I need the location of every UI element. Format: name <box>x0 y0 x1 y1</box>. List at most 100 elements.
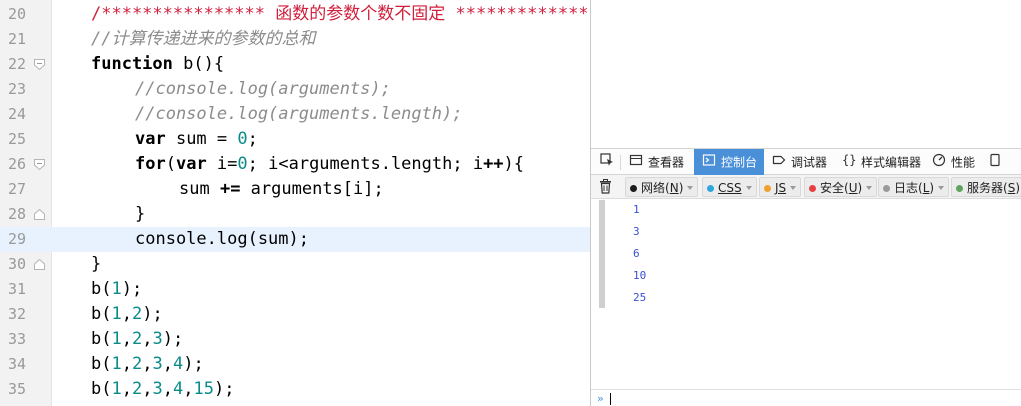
code-line[interactable]: 31 b(1); <box>0 277 590 302</box>
code-token: ************* <box>455 4 589 24</box>
code-token: , <box>121 379 132 399</box>
tab-label: 样式编辑器 <box>861 155 922 170</box>
code-token: , <box>142 354 153 374</box>
devtools-panel: 查看器 控制台 调试器 {} 样式编辑器 性能 网络(N) CSS JS 安全(U) 日志(L) 服… <box>590 0 1021 406</box>
code-line[interactable]: 21 //计算传递进来的参数的总和 <box>0 27 590 52</box>
code-line[interactable]: 26 for(var i=0; i<arguments.length; i++){ <box>0 152 590 177</box>
code-token: += <box>219 179 241 199</box>
tab-inspector[interactable]: 查看器 <box>621 149 694 175</box>
code-token: b( <box>91 379 112 399</box>
filter-label: 日志 <box>894 181 919 195</box>
code-text: sum += arguments[i]; <box>179 177 384 202</box>
tab-label: 调试器 <box>791 155 828 170</box>
code-token: 1 <box>111 379 122 399</box>
filter-label: 安全 <box>820 181 845 195</box>
line-number: 22 <box>7 55 26 73</box>
filter-button[interactable]: CSS <box>702 177 757 197</box>
fold-open-icon[interactable] <box>34 159 45 170</box>
code-token: } <box>91 254 102 274</box>
tab-performance[interactable]: 性能 <box>924 149 980 175</box>
code-line[interactable]: 20 /**************** 函数的参数个数不固定 *********… <box>0 2 590 27</box>
trash-icon[interactable] <box>599 179 612 198</box>
filter-dot <box>809 185 816 192</box>
tab-style-editor[interactable]: {} 样式编辑器 <box>834 149 924 175</box>
tab-console[interactable]: 控制台 <box>694 149 764 175</box>
filter-dot <box>707 185 714 192</box>
code-line[interactable]: 29 console.log(sum); <box>0 227 590 252</box>
code-token: ; i<arguments.length; i <box>247 154 484 174</box>
filter-dot <box>630 185 637 192</box>
code-token: var <box>175 154 207 174</box>
code-line[interactable]: 27 sum += arguments[i]; <box>0 177 590 202</box>
fold-close-icon[interactable] <box>34 259 45 270</box>
console-message: 6 <box>633 247 640 260</box>
tab-responsive-design[interactable] <box>980 149 1021 175</box>
filter-accesskey: N <box>669 181 679 195</box>
code-token: , <box>121 354 132 374</box>
tab-debugger[interactable]: 调试器 <box>764 149 834 175</box>
code-token: ); <box>121 279 143 299</box>
code-token: sum = <box>165 129 238 149</box>
console-icon <box>702 150 716 176</box>
fold-open-icon[interactable] <box>34 59 45 70</box>
code-text: } <box>135 202 145 227</box>
code-line[interactable]: 35 b(1,2,3,4,15); <box>0 377 590 402</box>
filter-button[interactable]: JS <box>759 177 802 197</box>
filter-button[interactable]: 网络(N) <box>625 177 699 197</box>
filter-button[interactable]: 服务器(S) <box>951 177 1021 197</box>
code-token: for <box>135 154 166 174</box>
dropdown-arrow-icon[interactable] <box>745 186 752 190</box>
code-token: 0 <box>237 129 248 149</box>
dropdown-arrow-icon[interactable] <box>938 186 945 190</box>
filter-dot <box>956 185 963 192</box>
console-output: 1 3 6 10 25 <box>591 199 1021 389</box>
code-line[interactable]: 33 b(1,2,3); <box>0 327 590 352</box>
console-input[interactable] <box>611 391 1011 405</box>
code-text: b(1,2); <box>91 302 163 327</box>
code-token: 1 <box>111 304 122 324</box>
code-token: ); <box>183 354 204 374</box>
filter-button[interactable]: 安全(U) <box>804 177 878 197</box>
tab-element-picker[interactable] <box>591 149 621 175</box>
tab-label: 控制台 <box>721 155 758 170</box>
code-line[interactable]: 25 var sum = 0; <box>0 127 590 152</box>
console-input-row[interactable]: » <box>591 389 1021 406</box>
code-token: 2 <box>131 379 143 399</box>
code-line[interactable]: 34 b(1,2,3,4); <box>0 352 590 377</box>
code-token: function <box>91 54 173 74</box>
code-text: for(var i=0; i<arguments.length; i++){ <box>135 152 524 177</box>
dropdown-arrow-icon[interactable] <box>790 186 797 190</box>
code-token: //console.log(arguments); <box>135 79 391 99</box>
filter-button[interactable]: 日志(L) <box>878 177 950 197</box>
console-prompt: » <box>597 392 604 405</box>
fold-close-icon[interactable] <box>34 209 45 220</box>
code-line[interactable]: 24 //console.log(arguments.length); <box>0 102 590 127</box>
code-token: ); <box>213 379 235 399</box>
code-line[interactable]: 28} <box>0 202 590 227</box>
code-editor[interactable]: 20/**************** 函数的参数个数不固定 *********… <box>0 0 590 406</box>
dropdown-arrow-icon[interactable] <box>866 186 873 190</box>
code-token: sum <box>179 179 220 199</box>
code-text: //console.log(arguments); <box>135 77 391 102</box>
code-token: 2 <box>131 329 143 349</box>
code-token: //console.log(arguments.length); <box>135 104 463 124</box>
code-token: 1 <box>111 329 122 349</box>
line-number: 26 <box>7 155 26 173</box>
line-number: 29 <box>7 230 26 248</box>
code-line[interactable]: 30} <box>0 252 590 277</box>
dropdown-arrow-icon[interactable] <box>687 186 694 190</box>
code-token: arguments[i]; <box>240 179 384 199</box>
code-token: , <box>142 329 153 349</box>
code-line[interactable]: 22 function b(){ <box>0 52 590 77</box>
code-token: b(){ <box>172 54 225 74</box>
line-number: 31 <box>7 280 26 298</box>
code-token: var <box>135 129 166 149</box>
code-text: b(1,2,3,4); <box>91 352 204 377</box>
responsive-design-icon <box>988 150 1002 176</box>
line-number: 35 <box>7 380 26 398</box>
code-line[interactable]: 32 b(1,2); <box>0 302 590 327</box>
inspector-icon <box>629 150 643 176</box>
code-token: b( <box>91 304 112 324</box>
code-line[interactable]: 23 //console.log(arguments); <box>0 77 590 102</box>
console-message: 25 <box>633 291 647 304</box>
